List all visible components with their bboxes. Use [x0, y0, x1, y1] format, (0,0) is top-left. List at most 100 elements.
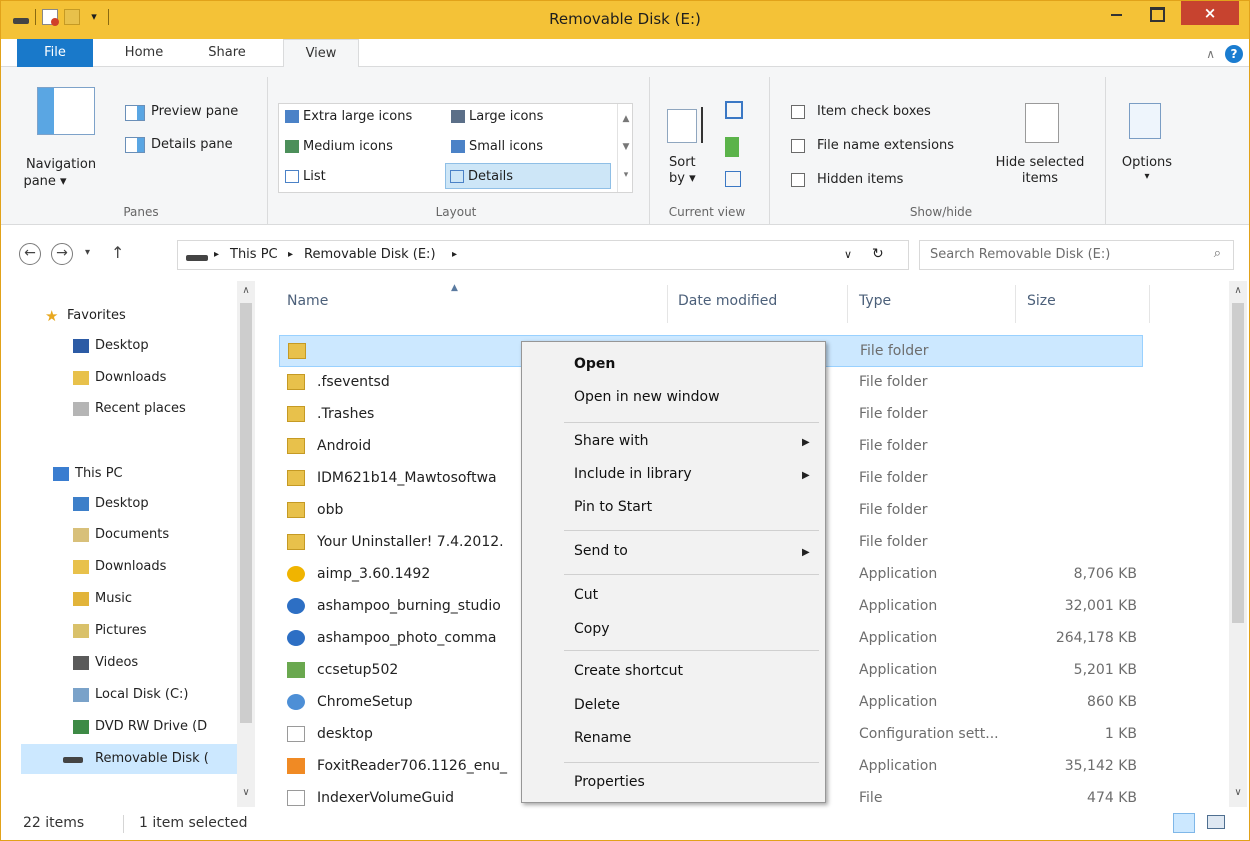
details-pane-button[interactable]: Details pane	[151, 137, 233, 152]
options-dropdown-icon[interactable]: ▾	[1111, 171, 1183, 182]
column-type[interactable]: Type	[859, 293, 891, 309]
sort-by-button-2[interactable]: by ▾	[669, 171, 696, 186]
nav-favorites[interactable]: ★ Favorites	[45, 303, 245, 329]
column-size[interactable]: Size	[1027, 293, 1056, 309]
menu-open[interactable]: Open	[574, 356, 615, 372]
details-view-icon[interactable]	[1173, 813, 1195, 833]
minimize-button[interactable]	[1101, 1, 1131, 25]
menu-share-with[interactable]: Share with	[574, 433, 649, 449]
large-icons-option[interactable]: Large icons	[447, 104, 543, 130]
tab-share[interactable]: Share	[191, 39, 263, 67]
column-separator[interactable]	[1149, 285, 1150, 323]
hide-selected-items-icon[interactable]	[1025, 103, 1059, 143]
up-button[interactable]: ↑	[111, 243, 124, 262]
column-separator[interactable]	[667, 285, 668, 323]
extra-large-icons-option[interactable]: Extra large icons	[281, 104, 412, 130]
sort-by-button[interactable]: Sort	[669, 155, 696, 170]
back-button[interactable]: ←	[19, 243, 41, 265]
tab-file[interactable]: File	[17, 39, 93, 67]
menu-create-shortcut[interactable]: Create shortcut	[574, 663, 683, 679]
menu-cut[interactable]: Cut	[574, 587, 598, 603]
size-columns-icon[interactable]	[725, 171, 741, 187]
gallery-more-icon[interactable]: ▾	[618, 170, 634, 180]
nav-scroll-down-icon[interactable]: ∨	[237, 787, 255, 798]
refresh-icon[interactable]: ↻	[872, 246, 884, 262]
navigation-pane-icon[interactable]	[37, 87, 95, 135]
menu-properties[interactable]: Properties	[574, 774, 645, 790]
maximize-button[interactable]	[1141, 1, 1171, 25]
menu-copy[interactable]: Copy	[574, 621, 610, 637]
crumb-separator-icon[interactable]: ▸	[288, 249, 293, 260]
layout-gallery-scroll[interactable]: ▲ ▼ ▾	[617, 104, 633, 192]
nav-pc-desktop[interactable]: Desktop	[73, 491, 248, 517]
hide-selected-items-button-2[interactable]: items	[985, 171, 1095, 186]
item-check-boxes-label[interactable]: Item check boxes	[817, 104, 931, 119]
add-columns-icon[interactable]	[725, 137, 739, 157]
large-icons-view-icon[interactable]	[1207, 815, 1225, 829]
tab-view[interactable]: View	[283, 39, 359, 68]
nav-scroll-up-icon[interactable]: ∧	[237, 285, 255, 296]
hidden-items-label[interactable]: Hidden items	[817, 172, 903, 187]
menu-include-in-library[interactable]: Include in library	[574, 466, 692, 482]
group-by-icon[interactable]	[725, 101, 743, 119]
minimize-ribbon-icon[interactable]: ∧	[1206, 47, 1215, 61]
column-separator[interactable]	[847, 285, 848, 323]
hide-selected-items-button[interactable]: Hide selected	[985, 155, 1095, 170]
close-button[interactable]: ×	[1181, 1, 1239, 25]
crumb-removable-disk[interactable]: Removable Disk (E:)	[304, 247, 436, 262]
address-history-dropdown-icon[interactable]: ∨	[844, 248, 852, 261]
hidden-items-checkbox[interactable]	[791, 173, 805, 187]
tab-home[interactable]: Home	[109, 39, 179, 67]
sort-by-icon[interactable]	[667, 109, 697, 143]
column-name[interactable]: Name	[287, 293, 328, 309]
nav-scrollbar[interactable]: ∧ ∨	[237, 281, 255, 807]
file-scroll-up-icon[interactable]: ∧	[1229, 285, 1247, 296]
nav-pc-pictures[interactable]: Pictures	[73, 618, 248, 644]
nav-fav-downloads[interactable]: Downloads	[73, 365, 248, 391]
menu-open-new-window[interactable]: Open in new window	[574, 389, 720, 405]
nav-pc-downloads[interactable]: Downloads	[73, 554, 248, 580]
details-option[interactable]: Details	[445, 163, 611, 189]
file-name-extensions-checkbox[interactable]	[791, 139, 805, 153]
menu-rename[interactable]: Rename	[574, 730, 631, 746]
column-separator[interactable]	[1015, 285, 1016, 323]
help-icon[interactable]: ?	[1225, 45, 1243, 63]
small-icons-option[interactable]: Small icons	[447, 134, 543, 160]
navigation-pane-label[interactable]: Navigation	[5, 157, 117, 172]
forward-button[interactable]: →	[51, 243, 73, 265]
nav-pc-documents[interactable]: Documents	[73, 522, 248, 548]
nav-scroll-thumb[interactable]	[240, 303, 252, 723]
item-check-boxes-checkbox[interactable]	[791, 105, 805, 119]
nav-pc-videos[interactable]: Videos	[73, 650, 248, 676]
list-option[interactable]: List	[281, 164, 326, 190]
menu-send-to[interactable]: Send to	[574, 543, 628, 559]
search-input[interactable]: Search Removable Disk (E:) ⌕	[919, 240, 1234, 270]
options-icon[interactable]	[1129, 103, 1161, 139]
navigation-pane-label-2[interactable]: pane ▾	[5, 174, 85, 189]
file-scroll-thumb[interactable]	[1232, 303, 1244, 623]
menu-pin-to-start[interactable]: Pin to Start	[574, 499, 652, 515]
address-bar[interactable]: ▸ This PC ▸ Removable Disk (E:) ▸ ∨ ↻	[177, 240, 909, 270]
nav-fav-desktop[interactable]: Desktop	[73, 333, 248, 359]
crumb-separator-icon[interactable]: ▸	[214, 249, 219, 260]
menu-delete[interactable]: Delete	[574, 697, 620, 713]
scroll-up-icon[interactable]: ▲	[618, 114, 634, 124]
preview-pane-button[interactable]: Preview pane	[151, 104, 238, 119]
options-button[interactable]: Options	[1111, 155, 1183, 170]
file-name-extensions-label[interactable]: File name extensions	[817, 138, 954, 153]
file-scrollbar[interactable]: ∧ ∨	[1229, 281, 1247, 807]
crumb-separator-icon[interactable]: ▸	[452, 249, 457, 260]
nav-this-pc[interactable]: This PC	[53, 461, 248, 487]
column-date-modified[interactable]: Date modified	[678, 293, 777, 309]
recent-locations-icon[interactable]: ▾	[85, 247, 90, 258]
nav-pc-music[interactable]: Music	[73, 586, 248, 612]
file-scroll-down-icon[interactable]: ∨	[1229, 787, 1247, 798]
nav-local-disk-c[interactable]: Local Disk (C:)	[73, 682, 248, 708]
scroll-down-icon[interactable]: ▼	[618, 142, 634, 152]
search-icon[interactable]: ⌕	[1214, 246, 1221, 261]
nav-removable-disk[interactable]: Removable Disk (	[21, 744, 249, 774]
nav-dvd-drive[interactable]: DVD RW Drive (D	[73, 714, 248, 740]
crumb-this-pc[interactable]: This PC	[230, 247, 278, 262]
medium-icons-option[interactable]: Medium icons	[281, 134, 393, 160]
nav-recent-places[interactable]: Recent places	[73, 396, 248, 422]
